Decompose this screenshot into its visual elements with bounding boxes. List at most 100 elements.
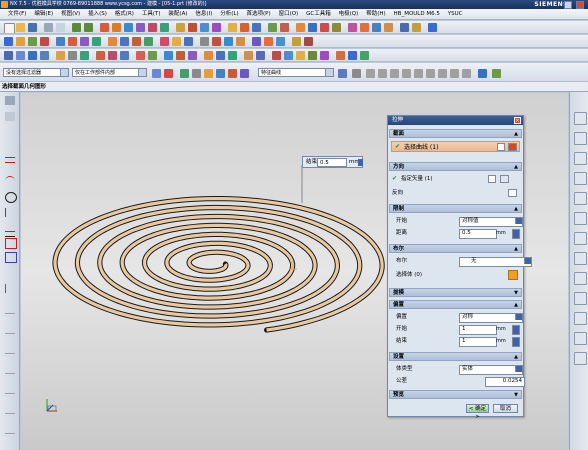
settings-header[interactable]: 设置 ▲ — [389, 352, 522, 361]
palettes-icon[interactable] — [574, 312, 587, 325]
tolerance-input[interactable]: 0.0254 — [485, 377, 525, 387]
sketch-section-icon[interactable] — [497, 143, 505, 151]
snap-3d-icon[interactable] — [478, 69, 487, 78]
menu-info[interactable]: 信息(I) — [192, 9, 215, 19]
draft-analysis-icon[interactable] — [216, 51, 225, 60]
intersect-icon[interactable] — [252, 23, 261, 32]
menu-hb-mould[interactable]: HB_MOULD M6.5 — [391, 9, 443, 19]
measure-icon[interactable] — [372, 23, 381, 32]
shell-icon[interactable] — [200, 23, 209, 32]
type-filter-dropdown[interactable]: 没有选择过滤器 — [3, 68, 69, 77]
arc-icon[interactable] — [68, 37, 77, 46]
body-filter-icon[interactable] — [204, 69, 213, 78]
constraint-tool-icon[interactable] — [5, 364, 15, 374]
manufacturing-wizard-icon[interactable] — [574, 272, 587, 285]
mould-tool-icon[interactable] — [360, 23, 369, 32]
arc-center-snap-icon[interactable] — [414, 69, 423, 78]
offset-curve-icon[interactable] — [120, 37, 129, 46]
edge-filter-icon[interactable] — [228, 69, 237, 78]
curvature-icon[interactable] — [204, 51, 213, 60]
point-tool-icon[interactable] — [5, 266, 15, 275]
quadrant-snap-icon[interactable] — [426, 69, 435, 78]
end-unit-dropdown-icon[interactable] — [358, 159, 363, 166]
layer-settings-icon[interactable] — [120, 51, 129, 60]
menu-insert[interactable]: 插入(S) — [85, 9, 110, 19]
subtract-icon[interactable] — [240, 23, 249, 32]
control-point-snap-icon[interactable] — [390, 69, 399, 78]
electrode-app-icon[interactable] — [348, 51, 357, 60]
sew-icon[interactable] — [200, 37, 209, 46]
new-file-icon[interactable] — [4, 23, 15, 33]
menu-assembly[interactable]: 装配(A) — [165, 9, 190, 19]
fit-view-icon[interactable] — [4, 51, 13, 60]
draft-icon[interactable] — [296, 23, 305, 32]
web-browser-icon[interactable] — [574, 212, 587, 225]
trim-body-icon[interactable] — [212, 23, 221, 32]
corner-tool-icon[interactable] — [5, 344, 15, 354]
offset-mode-dropdown[interactable]: 对称 — [459, 313, 523, 323]
polygon-tool-icon[interactable] — [5, 252, 17, 263]
pattern-tool-icon[interactable] — [5, 424, 15, 434]
constraint-navigator-icon[interactable] — [574, 132, 587, 145]
offset-start-spinner-icon[interactable] — [512, 325, 520, 335]
boss-icon[interactable] — [148, 23, 157, 32]
part-navigator-icon[interactable] — [400, 23, 409, 32]
offset-start-input[interactable]: 1 — [459, 325, 497, 335]
intersection-snap-icon[interactable] — [402, 69, 411, 78]
fillet-tool-icon[interactable] — [5, 222, 15, 232]
zoom-icon[interactable] — [16, 51, 25, 60]
quick-check-icon[interactable] — [360, 51, 369, 60]
wireframe-icon[interactable] — [68, 51, 77, 60]
specify-vector-row[interactable]: ✔ 指定矢量 (1) — [392, 174, 520, 184]
minimize-icon[interactable] — [564, 1, 572, 9]
menu-analysis[interactable]: 分析(L) — [217, 9, 241, 19]
select-curve-row[interactable]: ✔ 选择曲线 (1) — [391, 141, 520, 152]
line-icon[interactable] — [56, 37, 65, 46]
section-header[interactable]: 截面 ▲ — [389, 129, 522, 138]
open-folder-icon[interactable] — [16, 23, 25, 32]
patch-icon[interactable] — [236, 37, 245, 46]
direction-header[interactable]: 方向 ▲ — [389, 162, 522, 171]
menu-window[interactable]: 窗口(O) — [276, 9, 302, 19]
cancel-button[interactable]: 取消 — [493, 404, 518, 413]
menu-view[interactable]: 视图(V) — [58, 9, 83, 19]
datum-plane-icon[interactable] — [16, 37, 25, 46]
profile-icon[interactable] — [5, 112, 15, 121]
boolean-dropdown[interactable]: 无 — [459, 257, 532, 267]
face-filter-icon[interactable] — [216, 69, 225, 78]
distance-input[interactable]: 0.5 — [459, 229, 497, 239]
extrude-icon[interactable] — [112, 23, 121, 32]
pan-icon[interactable] — [40, 51, 49, 60]
mass-icon[interactable] — [188, 51, 197, 60]
shaded-icon[interactable] — [56, 51, 65, 60]
modeling-icon[interactable] — [296, 51, 305, 60]
datum-axis-icon[interactable] — [28, 37, 37, 46]
menu-help[interactable]: 帮助(H) — [363, 9, 388, 19]
section-icon[interactable] — [144, 37, 153, 46]
redo-icon[interactable] — [84, 23, 93, 32]
wcs-icon[interactable] — [148, 51, 157, 60]
arc-tool-icon[interactable] — [5, 176, 15, 186]
suppress-icon[interactable] — [304, 37, 313, 46]
rectangle-tool-icon[interactable] — [5, 238, 17, 249]
through-curves-icon[interactable] — [160, 37, 169, 46]
point-on-face-snap-icon[interactable] — [462, 69, 471, 78]
stop-at-intersection-icon[interactable] — [338, 69, 347, 78]
scope-dropdown[interactable]: 仅在工作部件内部 — [72, 68, 147, 77]
menu-edit[interactable]: 编辑(E) — [31, 9, 56, 19]
start-mode-dropdown[interactable]: 对称值 — [459, 217, 523, 227]
undo-icon[interactable] — [72, 23, 81, 32]
ysuc-tool-icon[interactable] — [412, 23, 421, 32]
trim-sheet-icon[interactable] — [224, 37, 233, 46]
spline-icon[interactable] — [92, 37, 101, 46]
offset-tool-icon[interactable] — [5, 284, 16, 293]
save-icon[interactable] — [28, 23, 37, 32]
electrode-icon[interactable] — [348, 23, 357, 32]
boolean-header[interactable]: 布尔 ▲ — [389, 244, 522, 253]
offset-face-icon[interactable] — [320, 23, 329, 32]
offset-end-spinner-icon[interactable] — [512, 337, 520, 347]
sketch-icon[interactable] — [100, 23, 109, 32]
select-all-icon[interactable] — [152, 69, 161, 78]
menu-ysuc[interactable]: YSUC — [445, 9, 466, 19]
follow-fillet-icon[interactable] — [352, 69, 361, 78]
